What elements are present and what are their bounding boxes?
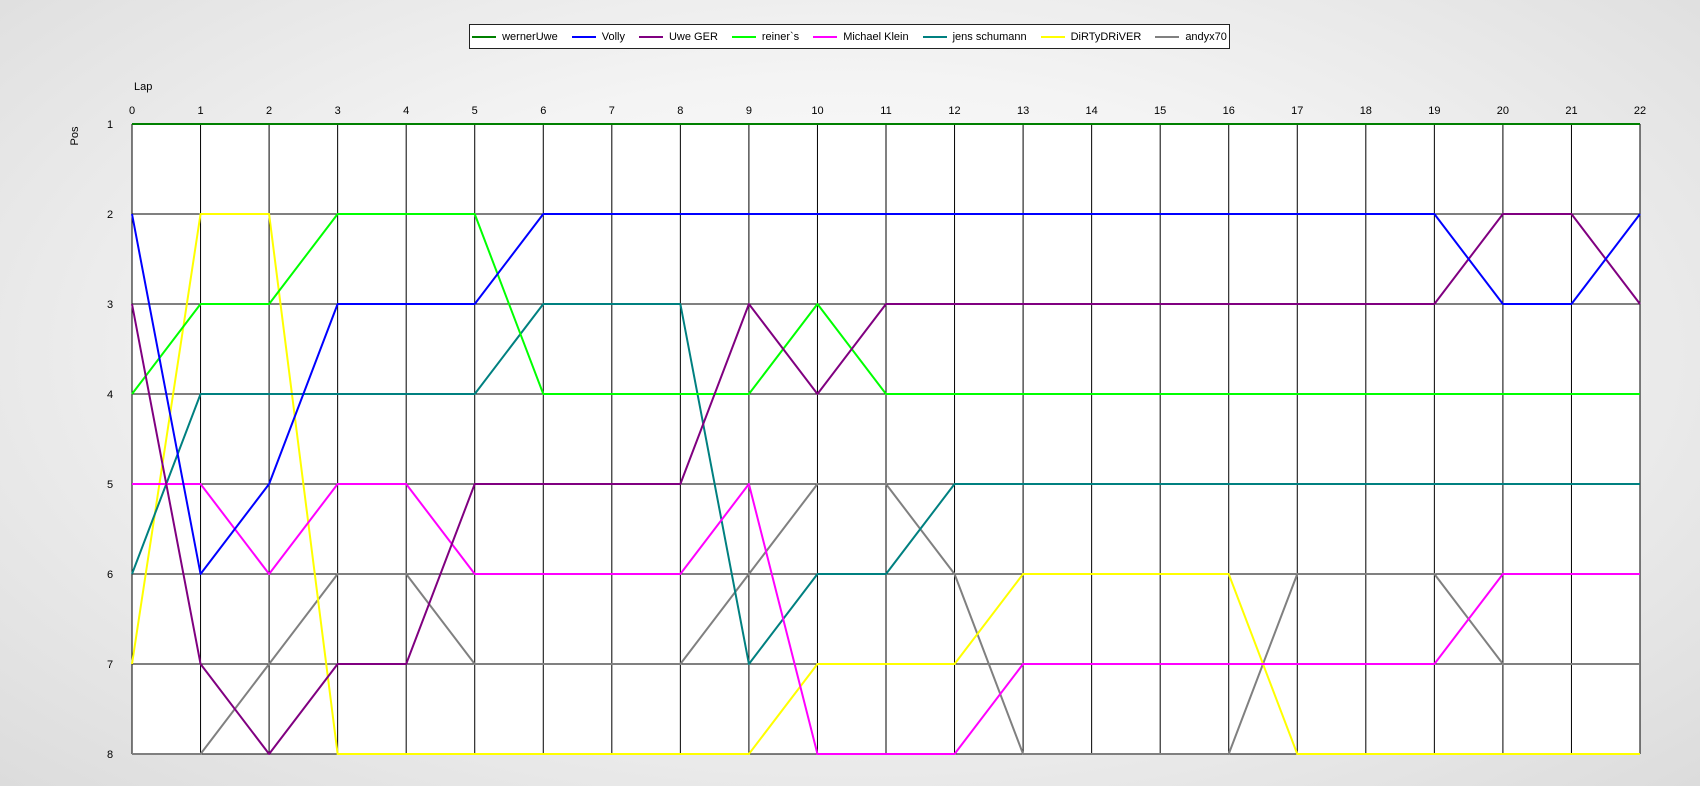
x-tick-label: 9: [746, 105, 752, 117]
y-tick-label: 3: [107, 299, 113, 311]
y-tick-label: 8: [107, 749, 113, 761]
race-position-chart: wernerUwe Volly Uwe GER reiner`s Michael Kle…: [0, 0, 1700, 786]
x-tick-label: 16: [1223, 105, 1235, 117]
x-tick-label: 20: [1497, 105, 1509, 117]
x-tick-label: 19: [1428, 105, 1440, 117]
x-tick-label: 0: [129, 105, 135, 117]
x-tick-label: 2: [266, 105, 272, 117]
x-tick-label: 18: [1360, 105, 1372, 117]
x-tick-label: 3: [335, 105, 341, 117]
y-tick-label: 5: [107, 479, 113, 491]
x-tick-label: 22: [1634, 105, 1646, 117]
x-axis-label: Lap: [134, 81, 152, 93]
y-tick-label: 1: [107, 119, 113, 131]
x-tick-label: 4: [403, 105, 409, 117]
x-tick-label: 7: [609, 105, 615, 117]
x-tick-label: 14: [1086, 105, 1098, 117]
x-tick-label: 17: [1291, 105, 1303, 117]
y-tick-label: 6: [107, 569, 113, 581]
y-axis-label: Pos: [69, 126, 81, 145]
x-tick-label: 13: [1017, 105, 1029, 117]
x-tick-label: 12: [948, 105, 960, 117]
y-tick-label: 2: [107, 209, 113, 221]
y-tick-label: 4: [107, 389, 113, 401]
x-tick-label: 5: [472, 105, 478, 117]
plot-area: Lap Pos 0 1 2 3 4 5 6 7 8 9 10 11 12 13 14 15 16 17 18 19 20…: [69, 81, 1646, 761]
y-tick-label: 7: [107, 659, 113, 671]
x-tick-label: 11: [880, 105, 891, 117]
x-tick-label: 6: [540, 105, 546, 117]
x-tick-label: 1: [197, 105, 203, 117]
x-tick-label: 8: [677, 105, 683, 117]
x-tick-label: 21: [1565, 105, 1577, 117]
x-tick-label: 10: [811, 105, 823, 117]
x-tick-label: 15: [1154, 105, 1166, 117]
